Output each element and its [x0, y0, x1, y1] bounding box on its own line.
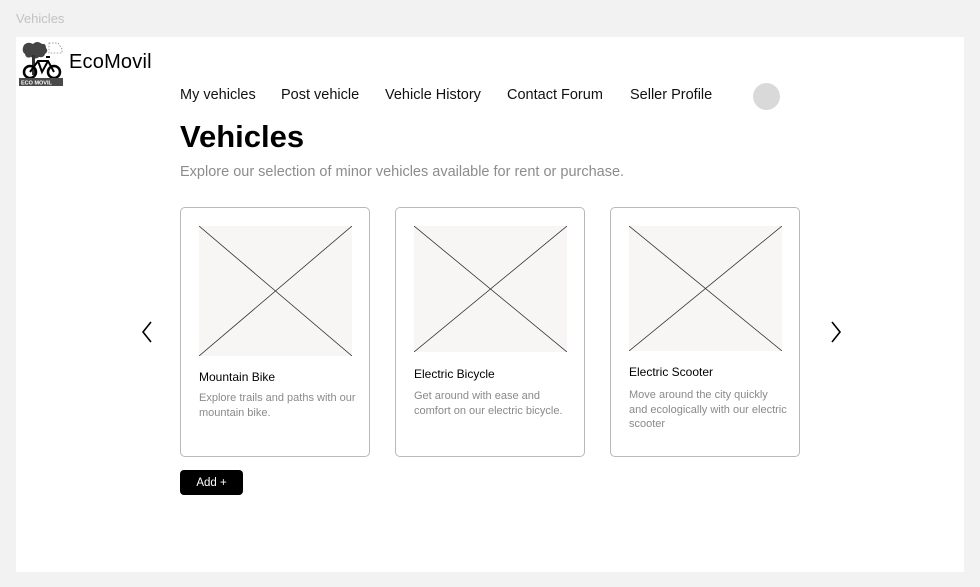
image-placeholder-icon: [199, 226, 352, 356]
page-subtitle: Explore our selection of minor vehicles …: [180, 164, 625, 180]
chevron-left-icon[interactable]: [137, 318, 157, 346]
ecomovil-logo-icon: ECO MOVIL: [19, 40, 65, 87]
card-title: Mountain Bike: [199, 370, 276, 384]
frame-label: Vehicles: [16, 11, 65, 26]
vehicle-card[interactable]: Electric Scooter Move around the city qu…: [610, 207, 800, 457]
image-placeholder-icon: [629, 226, 782, 351]
nav-item-my-vehicles[interactable]: My vehicles: [180, 87, 256, 103]
card-title: Electric Scooter: [629, 365, 714, 379]
vehicle-card[interactable]: Mountain Bike Explore trails and paths w…: [180, 207, 370, 457]
logo-badge-text: ECO MOVIL: [21, 81, 53, 87]
avatar[interactable]: [753, 83, 780, 110]
nav-item-seller-profile[interactable]: Seller Profile: [630, 87, 712, 103]
image-placeholder-icon: [414, 226, 567, 352]
vehicle-card[interactable]: Electric Bicycle Get around with ease an…: [395, 207, 585, 457]
nav-item-post-vehicle[interactable]: Post vehicle: [281, 87, 359, 103]
chevron-right-icon[interactable]: [826, 318, 846, 346]
nav-item-vehicle-history[interactable]: Vehicle History: [385, 87, 481, 103]
card-title: Electric Bicycle: [414, 367, 495, 381]
nav-item-contact-forum[interactable]: Contact Forum: [507, 87, 603, 103]
card-description: Explore trails and paths with our mounta…: [199, 392, 356, 419]
add-vehicle-button[interactable]: Add +: [180, 470, 243, 495]
page-title: Vehicles: [180, 119, 305, 154]
card-description: Move around the city quickly and ecologi…: [629, 389, 787, 430]
brand-name[interactable]: EcoMovil: [69, 51, 152, 74]
card-description: Get around with ease and comfort on our …: [414, 390, 563, 417]
page-frame: ECO MOVIL EcoMovil My vehicles Post vehi…: [16, 37, 964, 572]
